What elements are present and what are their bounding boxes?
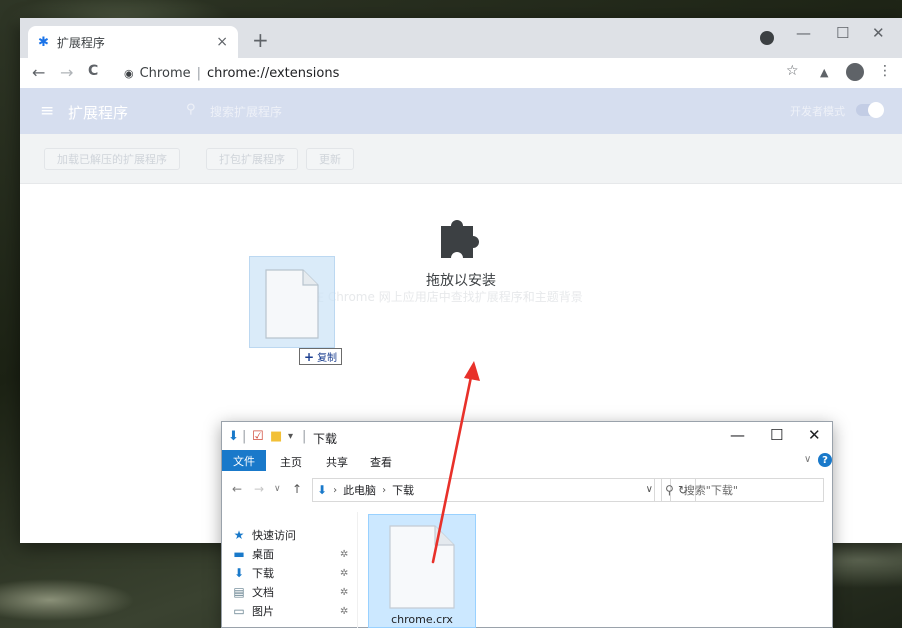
download-folder-icon: ⬇ xyxy=(317,483,328,497)
nav-label: 文档 xyxy=(252,586,274,599)
hamburger-menu-icon[interactable]: ≡ xyxy=(40,101,54,121)
search-icon: ⚲ xyxy=(186,102,196,117)
tab-extensions[interactable]: ✱ 扩展程序 × xyxy=(28,26,238,58)
pin-icon: ✲ xyxy=(340,567,349,579)
copy-badge: + 复制 xyxy=(299,348,343,365)
nav-downloads[interactable]: ⬇ 下载 ✲ xyxy=(232,564,348,582)
forward-button[interactable]: → xyxy=(60,63,73,82)
developer-mode-label: 开发者模式 xyxy=(790,105,845,118)
address-bar[interactable]: ◉ Chrome | chrome://extensions xyxy=(114,61,794,85)
qa-separator-2: | xyxy=(302,429,307,444)
toggle-knob xyxy=(868,102,884,118)
update-button[interactable]: 更新 xyxy=(306,148,354,170)
tab-share[interactable]: 共享 xyxy=(326,454,348,470)
explorer-maximize-button[interactable]: ☐ xyxy=(770,426,783,444)
download-icon: ⬇ xyxy=(233,566,245,580)
drop-to-install-label: 拖放以安装 xyxy=(426,273,496,289)
page-title: 扩展程序 xyxy=(68,104,129,122)
nav-pictures[interactable]: ▭ 图片 ✲ xyxy=(232,602,348,620)
search-icon: ⚲ xyxy=(665,483,674,497)
explorer-forward-button[interactable]: → xyxy=(254,482,264,496)
pack-extension-button[interactable]: 打包扩展程序 xyxy=(206,148,298,170)
browser-toolbar: ← → C ◉ Chrome | chrome://extensions ☆ ▲… xyxy=(20,58,902,88)
folder-icon[interactable]: ■ xyxy=(270,429,282,444)
new-tab-button[interactable]: + xyxy=(252,28,269,52)
file-name: chrome.crx xyxy=(391,613,453,626)
file-item-chrome-crx[interactable]: chrome.crx xyxy=(368,514,476,628)
puzzle-piece-icon xyxy=(441,220,479,258)
omnibox-separator: | xyxy=(196,65,201,81)
qa-separator: | xyxy=(242,429,247,444)
file-icon xyxy=(265,269,319,339)
customize-dropdown-icon[interactable]: ▾ xyxy=(288,431,293,442)
document-icon: ▤ xyxy=(233,585,245,599)
properties-icon[interactable]: ☑ xyxy=(252,429,264,444)
desktop-icon: ▬ xyxy=(233,547,245,561)
copy-label: 复制 xyxy=(317,353,338,364)
ribbon-expand-icon[interactable]: ∨ xyxy=(804,454,811,465)
explorer-back-button[interactable]: ← xyxy=(232,482,242,496)
picture-icon: ▭ xyxy=(233,604,245,618)
ribbon-tabs: 文件 主页 共享 查看 ∨ ? xyxy=(222,450,832,472)
tab-file[interactable]: 文件 xyxy=(222,450,266,471)
file-explorer-window: ⬇ | ☑ ■ ▾ | 下载 — ☐ ✕ 文件 主页 共享 查看 ∨ ? ← →… xyxy=(221,421,833,628)
crumb-arrow: › xyxy=(382,484,387,496)
maximize-button[interactable]: ☐ xyxy=(836,24,849,42)
menu-icon[interactable]: ⋮ xyxy=(878,63,892,79)
star-icon: ★ xyxy=(233,528,245,542)
webstore-link[interactable]: 在 Chrome 网上应用店中查找扩展程序和主题背景 xyxy=(312,288,583,305)
navigation-pane: ★ 快速访问 ▬ 桌面 ✲ ⬇ 下载 ✲ ▤ 文档 ✲ ▭ 图片 ✲ xyxy=(222,512,358,628)
nav-label: 图片 xyxy=(252,605,274,618)
tab-title: 扩展程序 xyxy=(56,35,105,50)
plus-icon: + xyxy=(304,349,315,364)
tab-home[interactable]: 主页 xyxy=(280,454,302,470)
nav-documents[interactable]: ▤ 文档 ✲ xyxy=(232,583,348,601)
pin-icon: ✲ xyxy=(340,605,349,617)
up-button[interactable]: ↑ xyxy=(292,482,302,496)
pin-icon: ✲ xyxy=(340,548,349,560)
minimize-button[interactable]: — xyxy=(796,24,811,42)
nav-label: 下载 xyxy=(252,567,274,580)
recent-locations-button[interactable]: ∨ xyxy=(274,484,281,494)
explorer-search-input[interactable]: ⚲ 搜索"下载" xyxy=(654,478,824,502)
puzzle-icon: ✱ xyxy=(38,34,49,50)
pin-icon: ✲ xyxy=(340,586,349,598)
address-dropdown-icon[interactable]: ∨ xyxy=(646,484,653,495)
back-button[interactable]: ← xyxy=(32,63,45,82)
developer-toolbar: 加载已解压的扩展程序 打包扩展程序 更新 xyxy=(20,134,902,184)
lab-icon[interactable]: ▲ xyxy=(820,66,828,79)
developer-mode-toggle[interactable] xyxy=(856,102,884,118)
download-arrow-icon: ⬇ xyxy=(228,429,239,444)
search-placeholder: 搜索"下载" xyxy=(683,484,738,497)
profile-avatar[interactable] xyxy=(846,63,864,81)
crumb-arrow: › xyxy=(333,484,338,496)
explorer-close-button[interactable]: ✕ xyxy=(808,426,821,444)
explorer-minimize-button[interactable]: — xyxy=(730,426,745,444)
window-title: 下载 xyxy=(313,432,338,446)
tab-view[interactable]: 查看 xyxy=(370,454,392,470)
tab-search-icon[interactable] xyxy=(760,31,774,45)
url-text: chrome://extensions xyxy=(207,65,340,81)
explorer-address-bar[interactable]: ⬇ › 此电脑 › 下载 ∨ xyxy=(312,478,662,502)
drag-ghost xyxy=(249,256,335,348)
chrome-logo-icon: ◉ xyxy=(124,66,134,80)
nav-quick-access[interactable]: ★ 快速访问 xyxy=(232,526,296,544)
explorer-titlebar: ⬇ | ☑ ■ ▾ | 下载 — ☐ ✕ xyxy=(222,422,832,450)
extension-search-input[interactable]: 搜索扩展程序 xyxy=(210,103,282,120)
crumb-downloads[interactable]: 下载 xyxy=(392,482,414,498)
file-icon xyxy=(389,525,455,609)
tab-strip: ✱ 扩展程序 × + — ☐ ✕ xyxy=(20,18,902,58)
tab-close-icon[interactable]: × xyxy=(216,34,228,50)
load-unpacked-button[interactable]: 加载已解压的扩展程序 xyxy=(44,148,180,170)
bookmark-star-icon[interactable]: ☆ xyxy=(786,63,799,79)
close-button[interactable]: ✕ xyxy=(872,24,885,42)
site-chip: Chrome xyxy=(139,65,191,81)
help-icon[interactable]: ? xyxy=(818,453,832,467)
nav-label: 桌面 xyxy=(252,548,274,561)
nav-label: 快速访问 xyxy=(252,529,296,542)
extensions-header: ≡ 扩展程序 ⚲ 搜索扩展程序 开发者模式 xyxy=(20,88,902,134)
nav-desktop[interactable]: ▬ 桌面 ✲ xyxy=(232,545,348,563)
crumb-this-pc[interactable]: 此电脑 xyxy=(343,482,376,498)
reload-button[interactable]: C xyxy=(88,63,98,79)
